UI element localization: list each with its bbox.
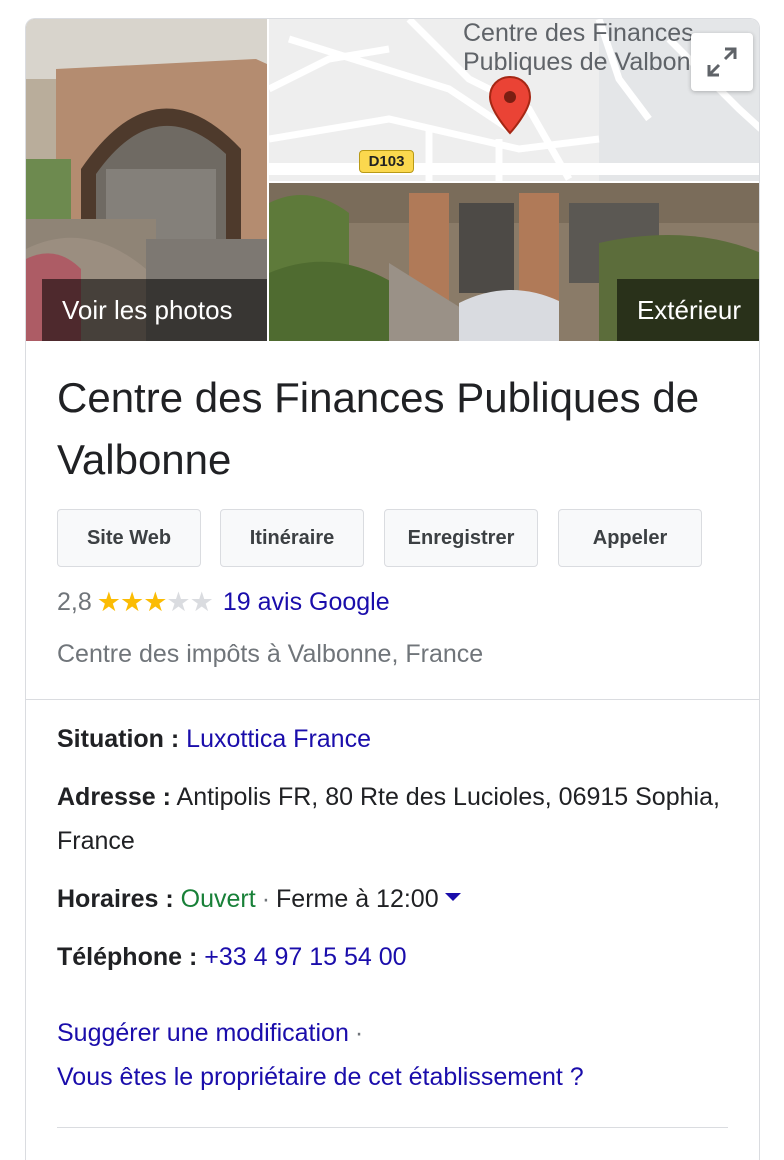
see-photos-label[interactable]: Voir les photos (42, 279, 267, 341)
exterior-label[interactable]: Extérieur (616, 279, 759, 341)
hours-row: Horaires : Ouvert · Ferme à 12:00 (57, 877, 737, 921)
phone-link[interactable]: +33 4 97 15 54 00 (204, 943, 406, 971)
hours-toggle[interactable]: Ferme à 12:00 (276, 885, 461, 913)
rating-value: 2,8 (57, 588, 92, 616)
photos-thumbnail[interactable]: Voir les photos (26, 19, 267, 341)
star-icon: ★ (96, 587, 121, 617)
located-in-row: Situation : Luxottica France (57, 717, 737, 761)
dropdown-caret-icon[interactable] (444, 893, 461, 902)
bottom-divider (57, 1127, 728, 1128)
hours-label: Horaires : (57, 885, 174, 913)
address-row: Adresse : Antipolis FR, 80 Rte des Lucio… (57, 775, 737, 863)
located-in-label: Situation : (57, 725, 180, 753)
exterior-photo-thumbnail[interactable]: Extérieur (269, 183, 759, 341)
phone-row: Téléphone : +33 4 97 15 54 00 (57, 935, 737, 979)
rating-row: 2,8 ★★★★★ 19 avis Google (57, 585, 390, 619)
star-icon: ★ (143, 587, 167, 617)
located-in-link[interactable]: Luxottica France (186, 725, 371, 753)
section-divider (26, 699, 759, 700)
save-button[interactable]: Enregistrer (384, 509, 538, 567)
call-button[interactable]: Appeler (558, 509, 702, 567)
hours-detail[interactable]: Ferme à 12:00 (276, 885, 439, 913)
star-icon: ★ (119, 587, 144, 617)
map-place-label: Centre des Finances Publiques de Valbonn… (463, 19, 719, 76)
hours-separator: · (261, 885, 271, 913)
expand-icon (707, 47, 737, 77)
owner-question-link[interactable]: Vous êtes le propriétaire de cet établis… (57, 1063, 584, 1091)
footer-links: Suggérer une modification · Vous êtes le … (57, 1011, 584, 1099)
star-empty-icon: ★ (166, 587, 190, 617)
expand-map-button[interactable] (691, 33, 753, 91)
suggest-edit-link[interactable]: Suggérer une modification (57, 1019, 349, 1047)
phone-label: Téléphone : (57, 943, 198, 971)
star-empty-icon: ★ (189, 587, 214, 617)
place-title: Centre des Finances Publiques de Valbonn… (57, 374, 700, 483)
rating-stars: ★★★★★ (96, 585, 214, 619)
place-category: Centre des impôts à Valbonne, France (57, 640, 484, 668)
footer-separator: · (354, 1019, 364, 1047)
hours-status: Ouvert (180, 885, 256, 913)
knowledge-panel: Voir les photos Centre des Finances Publ… (25, 18, 760, 1160)
address-label: Adresse : (57, 783, 171, 811)
website-button[interactable]: Site Web (57, 509, 201, 567)
map-pin-icon (488, 75, 532, 135)
reviews-link[interactable]: 19 avis Google (223, 588, 390, 616)
directions-button[interactable]: Itinéraire (220, 509, 364, 567)
road-number-badge: D103 (359, 150, 414, 173)
map-thumbnail[interactable]: Centre des Finances Publiques de Valbonn… (269, 19, 759, 181)
